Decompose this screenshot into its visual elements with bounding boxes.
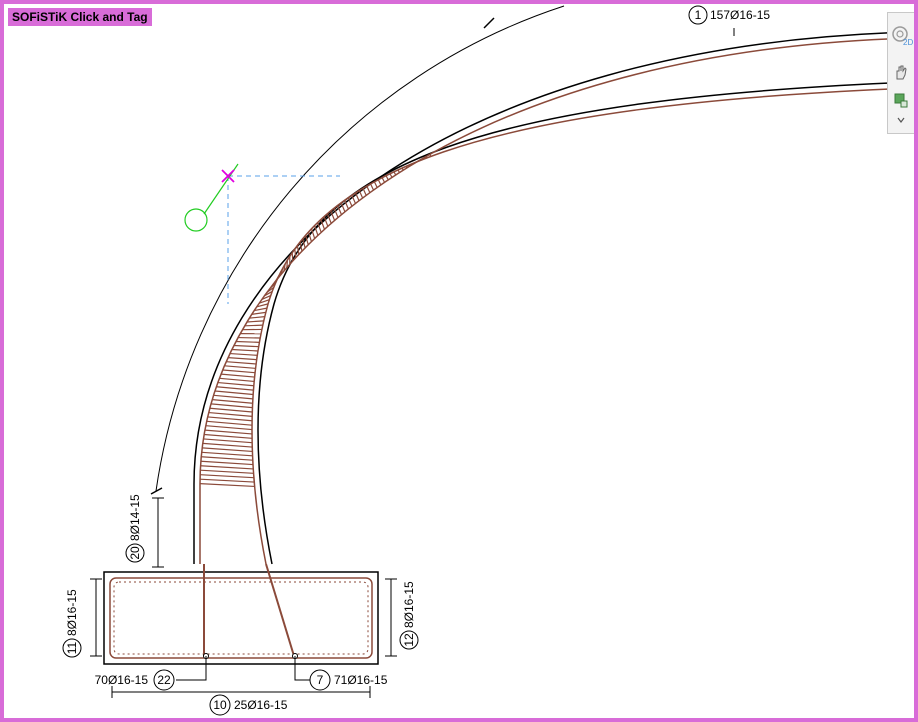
tag-text: 71Ø16-15 (334, 673, 388, 687)
rebar-outer (199, 37, 914, 564)
tag-1[interactable]: 1 157Ø16-15 (688, 5, 770, 25)
navigation-bar[interactable]: 2D (887, 12, 914, 134)
stirrup (389, 173, 393, 178)
stirrup (222, 369, 256, 374)
leader-line-22 (176, 656, 207, 681)
pan-hand-icon[interactable] (891, 63, 911, 83)
chevron-down-icon[interactable] (891, 113, 911, 127)
stirrup (206, 420, 253, 426)
stirrup (393, 171, 397, 176)
stirrup (296, 245, 300, 255)
stirrup (200, 474, 254, 479)
stirrup (201, 456, 253, 461)
zoom-icon[interactable] (891, 91, 911, 111)
tag-10[interactable]: 10 25Ø16-15 (209, 694, 288, 716)
stirrup (209, 407, 253, 413)
stirrup (212, 398, 253, 404)
stirrup (385, 175, 389, 181)
leader-line-7 (294, 656, 310, 681)
stirrup (235, 340, 260, 343)
tag-text: 157Ø16-15 (710, 8, 770, 22)
stirrup (219, 377, 255, 383)
tag-text: 8Ø16-15 (65, 589, 79, 636)
tag-number: 1 (695, 8, 702, 22)
stirrup (199, 483, 255, 488)
tag-number: 11 (65, 641, 79, 654)
stirrup (409, 164, 412, 166)
stirrup (229, 352, 258, 356)
tag-text: 8Ø16-15 (402, 581, 416, 628)
stirrup (200, 469, 254, 474)
stirrup (214, 390, 254, 396)
tag-7[interactable]: 7 71Ø16-15 (309, 669, 388, 691)
tag-20[interactable]: 20 8Ø14-15 (125, 494, 145, 563)
stirrup (205, 425, 253, 431)
foundation-rebar-outer (109, 577, 373, 659)
stirrup (291, 252, 294, 262)
tag-text: 25Ø16-15 (234, 698, 288, 712)
tag-number: 22 (157, 673, 171, 687)
tag-preview-bubble (184, 208, 208, 232)
tag-text: 8Ø14-15 (128, 494, 142, 541)
stirrup (370, 183, 375, 191)
stirrup (366, 185, 371, 193)
stirrup (224, 365, 256, 369)
stirrup (231, 348, 258, 352)
tag-number: 10 (213, 698, 227, 712)
drawing-canvas[interactable]: 1 157Ø16-15 20 8Ø14-15 11 8Ø16-15 12 8Ø1… (4, 4, 914, 718)
stirrup-group (199, 154, 431, 488)
stirrup (228, 357, 257, 361)
tag-11[interactable]: 11 8Ø16-15 (62, 589, 82, 658)
tag-12[interactable]: 12 8Ø16-15 (399, 581, 419, 650)
stirrup (200, 478, 255, 483)
stirrup (377, 179, 382, 186)
tag-number: 12 (402, 633, 416, 647)
stirrup (381, 177, 386, 183)
rebar-inner (251, 87, 914, 565)
stirrup (213, 394, 253, 400)
stirrup (201, 451, 253, 457)
tag-22[interactable]: 70Ø16-15 22 (95, 669, 175, 691)
stirrup (200, 465, 254, 470)
stirrup (286, 259, 289, 268)
app-title: SOFiSTiK Click and Tag (8, 8, 152, 26)
stirrup (251, 311, 266, 315)
stirrup (397, 169, 401, 173)
tag-number: 20 (128, 546, 142, 560)
stirrup (203, 438, 253, 444)
stirrup (204, 433, 253, 439)
stirrup (233, 344, 259, 348)
stirrup (249, 316, 265, 319)
stirrup (202, 442, 253, 448)
stirrup (217, 381, 254, 387)
tag-text: 70Ø16-15 (95, 673, 149, 687)
arch-inner-edge (257, 81, 914, 565)
stirrup (373, 181, 378, 188)
stirrup (207, 416, 253, 422)
stirrup (244, 324, 263, 327)
stirrup (202, 447, 253, 453)
foundation-outline (103, 571, 379, 665)
stirrup (208, 411, 253, 417)
stirrup (226, 361, 257, 365)
foundation-rebar-inner (113, 581, 369, 655)
stirrup (247, 320, 264, 323)
stirrup (221, 373, 255, 378)
tag-number: 7 (317, 673, 324, 687)
drawing-window[interactable]: 1 157Ø16-15 20 8Ø14-15 11 8Ø16-15 12 8Ø1… (0, 0, 918, 722)
stirrup (211, 403, 253, 409)
stirrup (216, 386, 254, 391)
stirrup (204, 429, 253, 435)
arch-outer-edge (193, 31, 914, 564)
steering-wheel-2d-icon[interactable]: 2D (891, 25, 913, 47)
stirrup (200, 460, 254, 466)
nav-2d-badge: 2D (903, 38, 913, 47)
stirrup (417, 160, 420, 162)
stirrup (362, 188, 367, 196)
dimension-tick (483, 17, 495, 29)
